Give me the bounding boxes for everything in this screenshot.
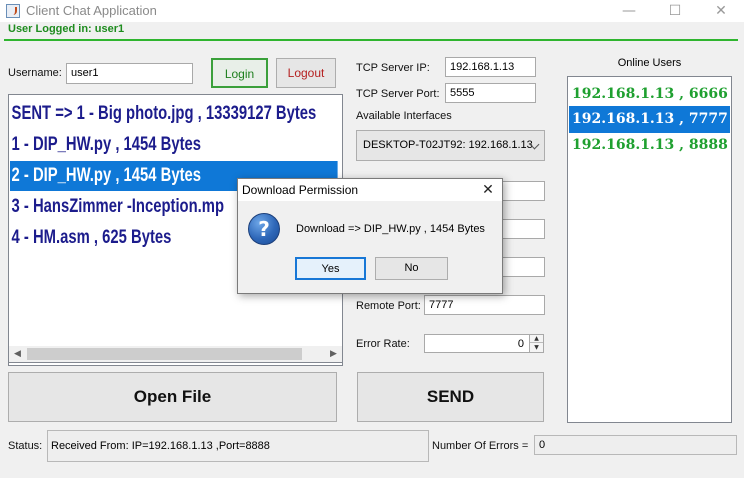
- java-app-icon: [6, 4, 20, 18]
- user-list-item[interactable]: 192.168.1.13 , 8888: [569, 132, 730, 159]
- open-file-button[interactable]: Open File: [8, 372, 337, 422]
- username-label: Username:: [8, 67, 62, 79]
- list-item[interactable]: 1 - DIP_HW.py , 1454 Bytes: [10, 130, 338, 160]
- spinner-up-icon[interactable]: ▲: [530, 335, 543, 343]
- online-users-list[interactable]: 192.168.1.13 , 6666 192.168.1.13 , 7777 …: [567, 76, 732, 423]
- maximize-button[interactable]: ☐: [652, 0, 698, 22]
- send-button[interactable]: SEND: [357, 372, 544, 422]
- title-bar: Client Chat Application — ☐ ✕: [0, 0, 744, 22]
- spinner-down-icon[interactable]: ▼: [530, 344, 543, 352]
- server-port-input[interactable]: 5555: [445, 83, 536, 103]
- logout-button[interactable]: Logout: [276, 58, 336, 88]
- logged-in-status: User Logged in: user1: [8, 23, 125, 35]
- error-rate-spinner[interactable]: ▲ ▼: [529, 334, 544, 353]
- login-button[interactable]: Login: [211, 58, 268, 88]
- download-permission-dialog: Download Permission ✕ ? Download => DIP_…: [237, 178, 503, 294]
- interface-select[interactable]: DESKTOP-T02JT92: 192.168.1.13: [356, 130, 545, 161]
- error-count-label: Number Of Errors =: [432, 440, 529, 452]
- minimize-button[interactable]: —: [606, 0, 652, 22]
- close-button[interactable]: ✕: [698, 0, 744, 22]
- online-users-title: Online Users: [617, 57, 682, 69]
- username-input[interactable]: user1: [66, 63, 193, 84]
- header-divider: [4, 39, 738, 41]
- file-list-scrollbar[interactable]: ◀ ▶: [8, 346, 343, 363]
- server-ip-label: TCP Server IP:: [356, 62, 430, 74]
- scroll-thumb[interactable]: [27, 348, 302, 360]
- dialog-title-bar: Download Permission ✕: [238, 179, 502, 201]
- interfaces-label: Available Interfaces: [356, 110, 452, 122]
- error-rate-label: Error Rate:: [356, 338, 410, 350]
- dialog-message: Download => DIP_HW.py , 1454 Bytes: [296, 223, 485, 235]
- error-count-field: 0: [534, 435, 737, 455]
- remote-port-label: Remote Port:: [356, 300, 421, 312]
- remote-port-input[interactable]: 7777: [424, 295, 545, 315]
- server-port-label: TCP Server Port:: [356, 88, 440, 100]
- dialog-title: Download Permission: [242, 183, 359, 197]
- list-item[interactable]: SENT => 1 - Big photo.jpg , 13339127 Byt…: [10, 99, 338, 129]
- error-rate-input[interactable]: 0: [424, 334, 530, 353]
- interface-selected-value: DESKTOP-T02JT92: 192.168.1.13: [363, 139, 533, 151]
- scroll-left-icon[interactable]: ◀: [9, 346, 26, 362]
- question-icon: ?: [248, 213, 280, 245]
- server-ip-input[interactable]: 192.168.1.13: [445, 57, 536, 77]
- dialog-close-icon[interactable]: ✕: [474, 179, 502, 201]
- user-list-item[interactable]: 192.168.1.13 , 6666: [569, 81, 730, 108]
- status-label: Status:: [8, 440, 43, 452]
- yes-button[interactable]: Yes: [295, 257, 366, 280]
- status-field: Received From: IP=192.168.1.13 ,Port=888…: [47, 430, 429, 462]
- no-button[interactable]: No: [375, 257, 448, 280]
- window-title: Client Chat Application: [26, 3, 157, 18]
- user-list-item-selected[interactable]: 192.168.1.13 , 7777: [569, 106, 730, 133]
- scroll-right-icon[interactable]: ▶: [325, 346, 342, 362]
